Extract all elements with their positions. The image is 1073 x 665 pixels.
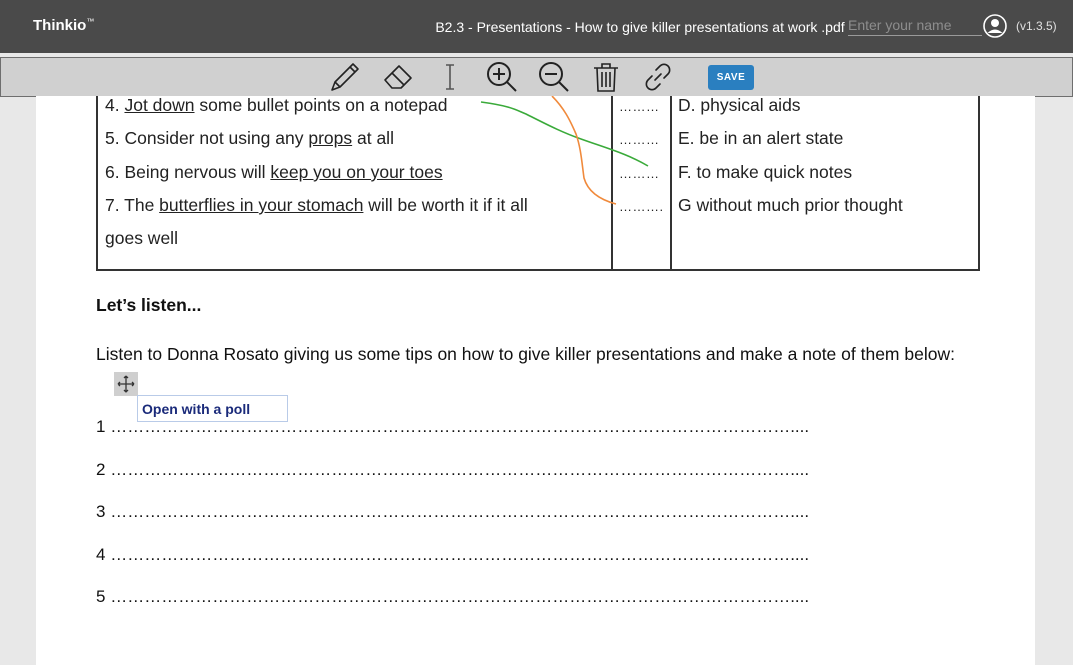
answer-blank[interactable]: ……… xyxy=(619,166,660,181)
top-bar: Thinkio™ B2.3 - Presentations - How to g… xyxy=(0,0,1073,53)
instructions-paragraph: Listen to Donna Rosato giving us some ti… xyxy=(96,344,955,364)
save-button[interactable]: SAVE xyxy=(708,65,754,90)
move-icon[interactable] xyxy=(114,372,138,396)
text-cursor-icon[interactable] xyxy=(433,60,467,94)
name-input[interactable] xyxy=(848,15,982,36)
answer-blank[interactable]: ……… xyxy=(619,132,660,147)
matching-table xyxy=(96,96,980,271)
zoom-in-icon[interactable] xyxy=(485,60,519,94)
table-row: 4. Jot down some bullet points on a note… xyxy=(105,96,448,115)
table-row-continuation: goes well xyxy=(105,228,178,248)
match-option: E. be in an alert state xyxy=(678,128,844,148)
table-row: 7. The butterflies in your stomach will … xyxy=(105,195,528,215)
answer-line[interactable]: 4 ……………………………………………………………………………………………………… xyxy=(96,545,809,565)
pencil-icon[interactable] xyxy=(328,60,362,94)
answer-line[interactable]: 2 ……………………………………………………………………………………………………… xyxy=(96,460,809,480)
link-icon[interactable] xyxy=(641,60,675,94)
user-avatar-icon[interactable] xyxy=(983,14,1007,38)
version-label: (v1.3.5) xyxy=(1016,19,1057,33)
text-annotation-note[interactable]: Open with a poll xyxy=(137,395,288,422)
section-heading: Let’s listen... xyxy=(96,295,202,315)
match-option: D. physical aids xyxy=(678,96,801,115)
zoom-out-icon[interactable] xyxy=(537,60,571,94)
answer-blank[interactable]: ……… xyxy=(619,99,660,114)
table-row: 6. Being nervous will keep you on your t… xyxy=(105,162,443,182)
answer-line[interactable]: 3 ……………………………………………………………………………………………………… xyxy=(96,502,809,522)
answer-line[interactable]: 5 ……………………………………………………………………………………………………… xyxy=(96,587,809,607)
document-page: 4. Jot down some bullet points on a note… xyxy=(36,96,1035,665)
answer-blank[interactable]: ………. xyxy=(619,199,664,214)
match-option: G without much prior thought xyxy=(678,195,903,215)
eraser-icon[interactable] xyxy=(381,60,415,94)
toolbar: SAVE xyxy=(0,57,1073,97)
match-option: F. to make quick notes xyxy=(678,162,853,182)
table-row: 5. Consider not using any props at all xyxy=(105,128,394,148)
trash-icon[interactable] xyxy=(589,60,623,94)
